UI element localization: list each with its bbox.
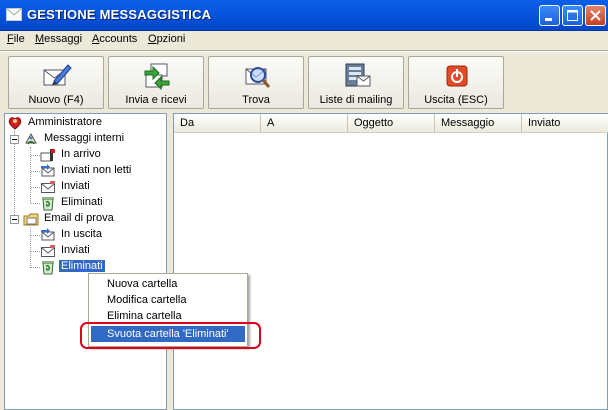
sent-unread-icon (41, 164, 55, 177)
tree-folder-label: In uscita (61, 228, 102, 240)
tree-root-label: Amministratore (28, 116, 102, 128)
tree-connector (30, 227, 31, 268)
menu-bar: File Messaggi Accounts Opzioni (0, 31, 608, 49)
find-button[interactable]: Trova (208, 56, 304, 109)
folder-tree[interactable]: Amministratore Messaggi interni In arriv… (4, 113, 167, 410)
menu-opzioni[interactable]: Opzioni (148, 33, 185, 45)
mailing-list-icon (345, 63, 371, 87)
menu-item-new-folder[interactable]: Nuova cartella (91, 276, 245, 292)
trash-icon (42, 197, 54, 211)
new-message-label: Nuovo (F4) (28, 94, 84, 106)
toolbar-separator (0, 50, 608, 52)
tree-connector (31, 235, 40, 236)
tree-folder-label: Inviati (61, 244, 90, 256)
exit-button[interactable]: Uscita (ESC) (408, 56, 504, 109)
tree-connector (31, 203, 40, 204)
menu-accounts[interactable]: Accounts (92, 33, 137, 45)
tree-connector (31, 251, 40, 252)
sent-icon (41, 181, 55, 193)
tree-connector (31, 267, 40, 268)
mailing-lists-label: Liste di mailing (319, 94, 393, 106)
minimize-icon (545, 18, 552, 21)
email-account-icon (23, 213, 39, 226)
send-receive-button[interactable]: Invia e ricevi (108, 56, 204, 109)
annotation-highlight-ring (80, 322, 261, 349)
menu-item-edit-folder[interactable]: Modifica cartella (91, 292, 245, 308)
maximize-icon (567, 10, 578, 21)
column-header-to[interactable]: A (261, 114, 348, 132)
exit-label: Uscita (ESC) (424, 94, 488, 106)
column-header-subject[interactable]: Oggetto (348, 114, 435, 132)
title-bar: GESTIONE MESSAGGISTICA (0, 0, 608, 31)
collapse-toggle-internal[interactable] (10, 135, 19, 144)
trash-icon (42, 261, 54, 275)
tree-connector (31, 187, 40, 188)
find-icon (245, 67, 271, 88)
toolbar: Nuovo (F4) Invia e ricevi Trova Liste di… (0, 53, 608, 111)
inbox-icon (40, 149, 55, 162)
tree-connector (31, 155, 40, 156)
send-receive-label: Invia e ricevi (125, 94, 187, 106)
tree-folder-label: Inviati (61, 180, 90, 192)
tree-connector (31, 171, 40, 172)
tree-group-label: Email di prova (44, 212, 114, 224)
minimize-button[interactable] (539, 5, 560, 26)
column-header-sent[interactable]: Inviato (522, 114, 608, 132)
tree-connector (14, 131, 15, 221)
window-title: GESTIONE MESSAGGISTICA (27, 7, 212, 22)
tree-folder-label: Inviati non letti (61, 164, 132, 176)
close-icon (590, 10, 601, 21)
sent-icon (41, 245, 55, 257)
column-header-message[interactable]: Messaggio (435, 114, 522, 132)
tree-folder-label: In arrivo (61, 148, 101, 160)
menu-messaggi[interactable]: Messaggi (35, 33, 82, 45)
new-message-button[interactable]: Nuovo (F4) (8, 56, 104, 109)
find-label: Trova (242, 94, 270, 106)
tree-group-label: Messaggi interni (44, 132, 125, 144)
mailing-lists-button[interactable]: Liste di mailing (308, 56, 404, 109)
menu-file[interactable]: File (7, 33, 25, 45)
tree-folder-label: Eliminati (58, 259, 106, 273)
maximize-button[interactable] (562, 5, 583, 26)
column-header-from[interactable]: Da (174, 114, 261, 132)
exit-icon (446, 65, 468, 87)
message-list[interactable]: Da A Oggetto Messaggio Inviato (173, 113, 608, 410)
list-header: Da A Oggetto Messaggio Inviato (174, 114, 608, 133)
outbox-icon (41, 228, 55, 241)
tree-folder-label: Eliminati (61, 196, 103, 208)
send-receive-icon (144, 63, 170, 91)
mail-icon (6, 8, 22, 21)
user-icon (8, 117, 22, 130)
compose-icon (43, 64, 72, 86)
close-button[interactable] (585, 5, 606, 26)
internal-messages-icon (25, 132, 37, 145)
collapse-toggle-email[interactable] (10, 215, 19, 224)
